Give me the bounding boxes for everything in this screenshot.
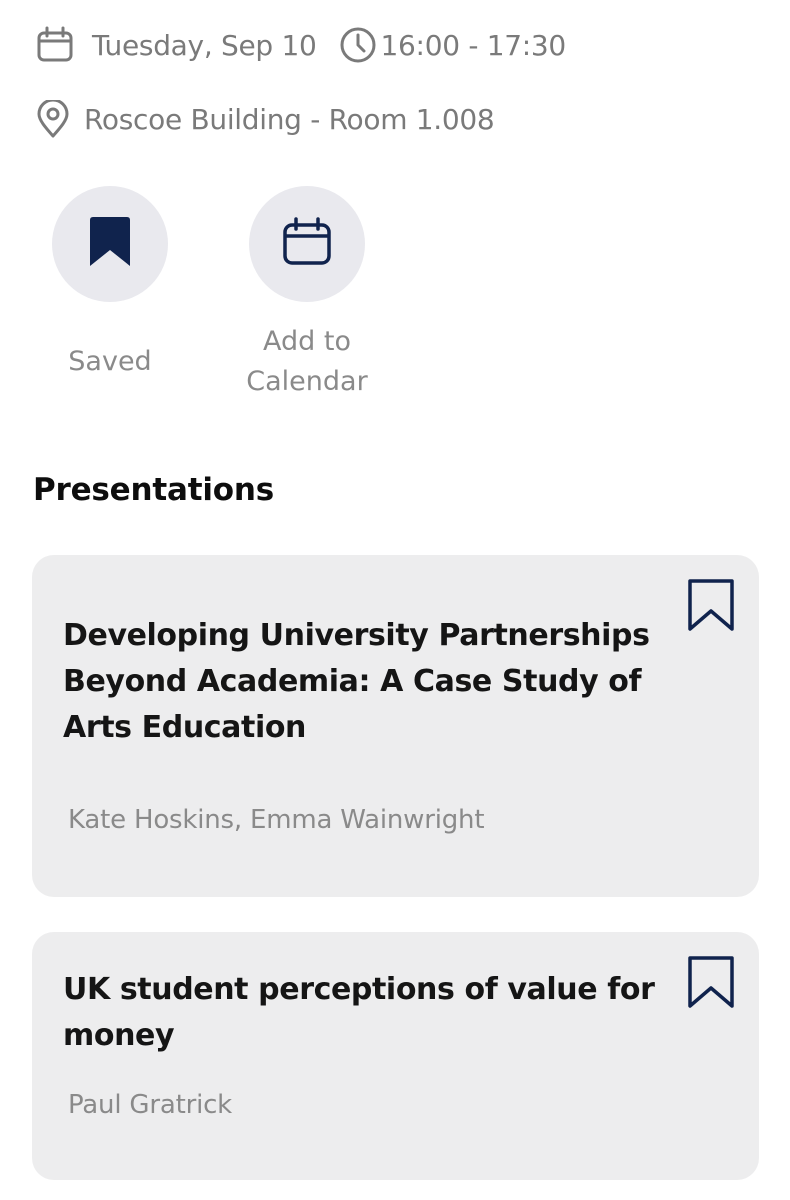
add-to-calendar-label-line2: Calendar: [246, 366, 368, 397]
presentation-card[interactable]: UK student perceptions of value for mone…: [32, 932, 759, 1180]
add-to-calendar-label: Add to Calendar: [222, 302, 392, 422]
location-pin-icon: [36, 100, 70, 138]
presentation-card[interactable]: Developing University Partnerships Beyon…: [32, 555, 759, 897]
bookmark-filled-icon: [86, 216, 134, 272]
session-date: Tuesday, Sep 10: [92, 28, 317, 62]
saved-button[interactable]: Saved: [30, 186, 190, 422]
calendar-add-icon: [282, 217, 332, 271]
session-location: Roscoe Building - Room 1.008: [84, 102, 495, 136]
bookmark-outline-icon[interactable]: [685, 954, 737, 1010]
add-to-calendar-label-line1: Add to: [263, 326, 351, 357]
presentation-title: Developing University Partnerships Beyon…: [63, 618, 650, 745]
add-to-calendar-button[interactable]: Add to Calendar: [227, 186, 387, 422]
bookmark-outline-icon[interactable]: [685, 577, 737, 633]
session-datetime-row: Tuesday, Sep 10 16:00 - 17:30: [36, 23, 566, 67]
session-location-row: Roscoe Building - Room 1.008: [36, 97, 495, 141]
session-time: 16:00 - 17:30: [380, 28, 567, 62]
saved-label: Saved: [68, 346, 152, 377]
presentation-title: UK student perceptions of value for mone…: [63, 972, 655, 1053]
saved-button-circle[interactable]: [52, 186, 168, 302]
presentations-heading: Presentations: [33, 472, 274, 508]
calendar-icon: [36, 26, 74, 64]
clock-icon: [339, 26, 377, 64]
presentation-authors: Kate Hoskins, Emma Wainwright: [68, 805, 485, 835]
presentation-authors: Paul Gratrick: [68, 1090, 233, 1120]
add-to-calendar-button-circle[interactable]: [249, 186, 365, 302]
